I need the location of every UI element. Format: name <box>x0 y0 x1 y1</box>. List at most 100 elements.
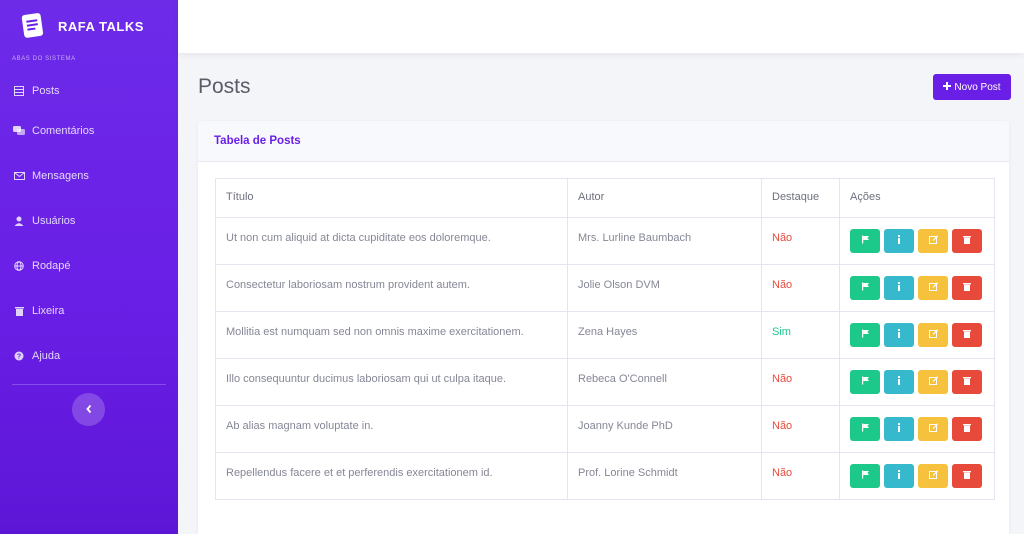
info-icon <box>897 326 901 345</box>
sidebar-item-mensagens[interactable]: Mensagens <box>0 153 178 198</box>
trash-icon <box>963 232 971 251</box>
brand[interactable]: RAFA TALKS <box>0 0 178 52</box>
edit-button[interactable] <box>918 417 948 441</box>
sidebar-nav: Posts Comentários Mensagens Usuários Rod… <box>0 74 178 378</box>
featured-status: Não <box>772 467 793 479</box>
edit-icon <box>928 420 938 439</box>
info-button[interactable] <box>884 370 914 394</box>
user-icon <box>12 214 26 228</box>
post-actions <box>839 358 995 406</box>
sidebar-item-lixeira[interactable]: Lixeira <box>0 288 178 333</box>
chevron-left-icon <box>85 401 93 419</box>
sidebar-item-label: Posts <box>32 85 60 97</box>
sidebar-item-label: Comentários <box>32 124 95 137</box>
feature-button[interactable] <box>850 464 880 488</box>
featured-status: Não <box>772 420 793 432</box>
page-title: Posts <box>198 75 251 98</box>
info-icon <box>897 467 901 486</box>
notebook-icon <box>18 12 46 40</box>
edit-button[interactable] <box>918 370 948 394</box>
trash-icon <box>12 304 26 318</box>
post-actions <box>839 217 995 265</box>
sidebar-item-label: Lixeira <box>32 304 65 317</box>
delete-button[interactable] <box>952 417 982 441</box>
post-title: Ut non cum aliquid at dicta cupiditate e… <box>215 217 568 265</box>
sidebar-item-label: Mensagens <box>32 169 89 182</box>
edit-button[interactable] <box>918 323 948 347</box>
post-title: Consectetur laboriosam nostrum provident… <box>215 264 568 312</box>
sidebar-collapse-button[interactable] <box>72 393 105 426</box>
delete-button[interactable] <box>952 464 982 488</box>
info-icon <box>897 373 901 392</box>
trash-icon <box>963 420 971 439</box>
edit-button[interactable] <box>918 229 948 253</box>
sidebar-item-comentarios[interactable]: Comentários <box>0 108 178 153</box>
info-button[interactable] <box>884 229 914 253</box>
edit-icon <box>928 326 938 345</box>
info-button[interactable] <box>884 417 914 441</box>
feature-button[interactable] <box>850 370 880 394</box>
post-author: Rebeca O'Connell <box>567 358 762 406</box>
info-icon <box>897 232 901 251</box>
svg-text:?: ? <box>17 353 21 360</box>
feature-button[interactable] <box>850 276 880 300</box>
sidebar-divider <box>12 384 166 385</box>
post-actions <box>839 264 995 312</box>
info-button[interactable] <box>884 323 914 347</box>
post-author: Jolie Olson DVM <box>567 264 762 312</box>
column-header-featured[interactable]: Destaque <box>761 178 840 218</box>
featured-status: Sim <box>772 326 791 338</box>
featured-status: Não <box>772 232 793 244</box>
delete-button[interactable] <box>952 370 982 394</box>
post-actions <box>839 311 995 359</box>
sidebar: RAFA TALKS ABAS DO SISTEMA Posts Comentá… <box>0 0 178 534</box>
post-author: Prof. Lorine Schmidt <box>567 452 762 500</box>
info-icon <box>897 279 901 298</box>
flag-icon <box>861 467 870 486</box>
delete-button[interactable] <box>952 323 982 347</box>
feature-button[interactable] <box>850 229 880 253</box>
globe-icon <box>12 259 26 273</box>
column-header-author[interactable]: Autor <box>567 178 762 218</box>
new-post-button[interactable]: Novo Post <box>933 74 1011 100</box>
sidebar-item-posts[interactable]: Posts <box>0 74 178 108</box>
column-header-title[interactable]: Título <box>215 178 568 218</box>
post-author: Joanny Kunde PhD <box>567 405 762 453</box>
post-featured: Não <box>761 452 840 500</box>
feature-button[interactable] <box>850 323 880 347</box>
delete-button[interactable] <box>952 276 982 300</box>
post-actions <box>839 452 995 500</box>
info-button[interactable] <box>884 464 914 488</box>
delete-button[interactable] <box>952 229 982 253</box>
info-button[interactable] <box>884 276 914 300</box>
table-row: Consectetur laboriosam nostrum provident… <box>215 264 995 312</box>
edit-button[interactable] <box>918 276 948 300</box>
edit-button[interactable] <box>918 464 948 488</box>
table-row: Illo consequuntur ducimus laboriosam qui… <box>215 358 995 406</box>
question-icon: ? <box>12 349 26 363</box>
post-featured: Não <box>761 358 840 406</box>
brand-name: RAFA TALKS <box>58 18 144 34</box>
edit-icon <box>928 232 938 251</box>
post-featured: Não <box>761 405 840 453</box>
sidebar-item-rodape[interactable]: Rodapé <box>0 243 178 288</box>
table-icon <box>12 84 26 98</box>
trash-icon <box>963 326 971 345</box>
main-content: Posts Novo Post Tabela de Posts Título A… <box>178 53 1024 534</box>
sidebar-item-usuarios[interactable]: Usuários <box>0 198 178 243</box>
table-row: Ab alias magnam voluptate in. Joanny Kund… <box>215 405 995 453</box>
column-header-actions: Ações <box>839 178 995 218</box>
sidebar-item-ajuda[interactable]: ? Ajuda <box>0 333 178 378</box>
post-title: Mollitia est numquam sed non omnis maxim… <box>215 311 568 359</box>
feature-button[interactable] <box>850 417 880 441</box>
envelope-icon <box>12 169 26 183</box>
sidebar-heading: ABAS DO SISTEMA <box>12 56 76 62</box>
sidebar-item-label: Usuários <box>32 214 76 227</box>
post-featured: Não <box>761 217 840 265</box>
post-title: Repellendus facere et et perferendis exe… <box>215 452 568 500</box>
trash-icon <box>963 373 971 392</box>
featured-status: Não <box>772 373 793 385</box>
trash-icon <box>963 467 971 486</box>
edit-icon <box>928 467 938 486</box>
flag-icon <box>861 232 870 251</box>
